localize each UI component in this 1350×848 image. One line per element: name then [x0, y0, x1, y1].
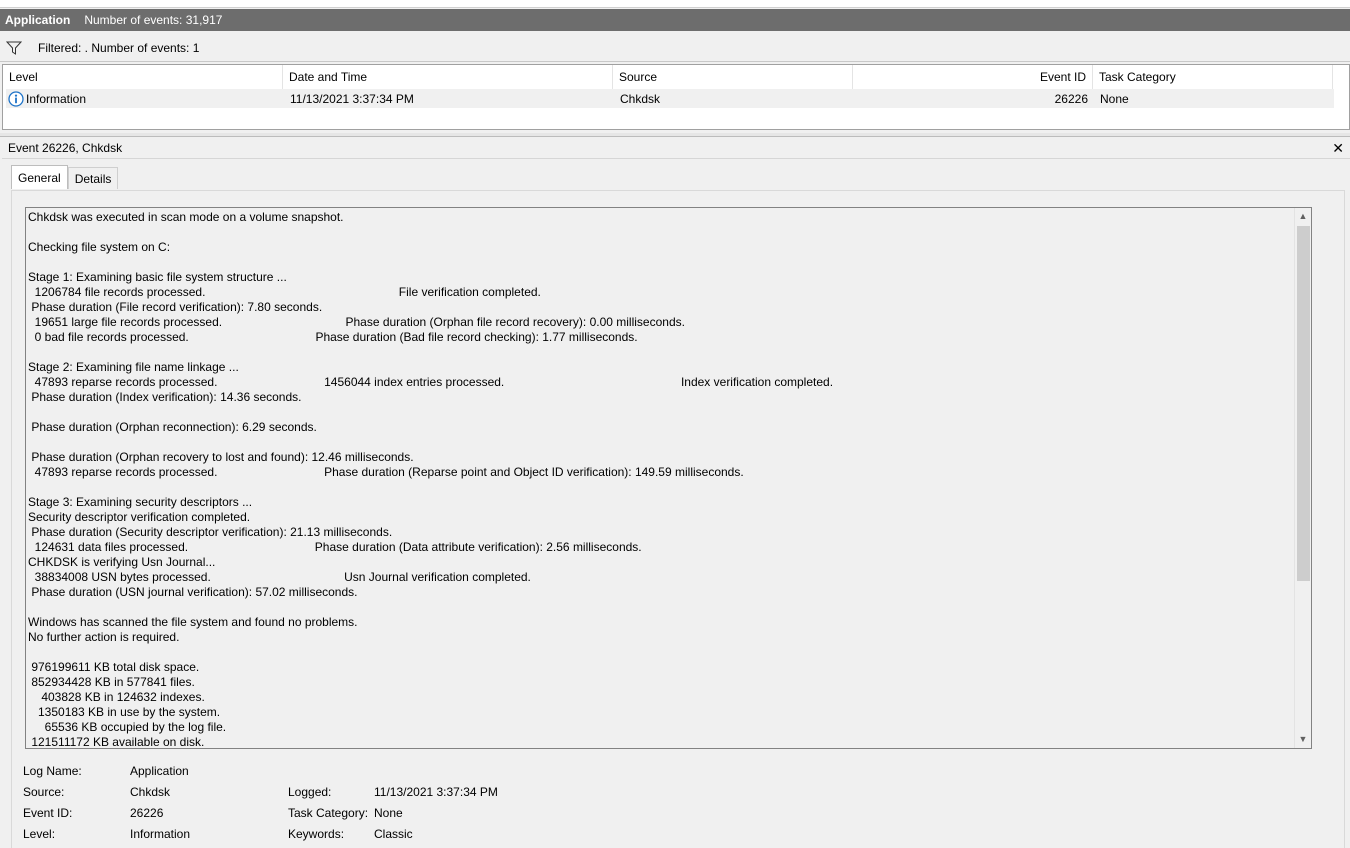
top-strip [0, 0, 1350, 8]
column-header-category[interactable]: Task Category [1093, 65, 1333, 89]
column-header-datetime[interactable]: Date and Time [283, 65, 613, 89]
event-detail-title: Event 26226, Chkdsk [8, 141, 123, 155]
table-row[interactable]: Information 11/13/2021 3:37:34 PM Chkdsk… [6, 89, 1334, 108]
event-list-header: Level Date and Time Source Event ID Task… [3, 65, 1349, 89]
level-label: Level: [23, 827, 56, 841]
event-id-label: Event ID: [23, 806, 73, 820]
filter-status: Filtered: . Number of events: 1 [38, 40, 200, 55]
log-name-value: Application [130, 764, 189, 778]
information-icon [8, 90, 24, 107]
log-titlebar: Application Number of events: 31,917 [0, 9, 1350, 31]
row-eventid: 26226 [1054, 91, 1088, 106]
description-scrollbar[interactable]: ▲ ▼ [1294, 208, 1311, 748]
column-header-eventid[interactable]: Event ID [853, 65, 1093, 89]
log-name-label: Log Name: [23, 764, 82, 778]
scroll-up-icon[interactable]: ▲ [1295, 208, 1311, 225]
event-description-box[interactable]: Chkdsk was executed in scan mode on a vo… [25, 207, 1312, 749]
logged-label: Logged: [288, 785, 332, 799]
row-level-cell: Information [6, 90, 283, 107]
event-count: Number of events: 31,917 [84, 13, 223, 27]
tab-general[interactable]: General [11, 165, 68, 189]
level-value: Information [130, 827, 191, 841]
row-level: Information [26, 91, 87, 106]
row-datetime: 11/13/2021 3:37:34 PM [290, 91, 414, 106]
close-icon[interactable]: ✕ [1332, 140, 1344, 157]
pane-splitter[interactable] [0, 133, 1350, 137]
logged-value: 11/13/2021 3:37:34 PM [374, 785, 498, 799]
log-name-title: Application [5, 13, 71, 27]
task-category-label: Task Category: [288, 806, 369, 820]
keywords-label: Keywords: [288, 827, 345, 841]
detail-tabs: General Details [11, 165, 119, 190]
event-list: Level Date and Time Source Event ID Task… [2, 64, 1350, 130]
event-detail-header: Event 26226, Chkdsk ✕ [2, 138, 1350, 159]
source-value: Chkdsk [130, 785, 171, 799]
event-description-text[interactable]: Chkdsk was executed in scan mode on a vo… [26, 208, 1311, 748]
row-source: Chkdsk [620, 91, 661, 106]
filter-bar: Filtered: . Number of events: 1 [0, 34, 1350, 62]
keywords-value: Classic [374, 827, 413, 841]
scroll-down-icon[interactable]: ▼ [1295, 731, 1311, 748]
tab-details[interactable]: Details [67, 167, 119, 189]
row-category: None [1100, 91, 1129, 106]
column-header-source[interactable]: Source [613, 65, 853, 89]
filter-icon[interactable] [6, 41, 22, 55]
event-id-value: 26226 [130, 806, 164, 820]
column-header-level[interactable]: Level [3, 65, 283, 89]
task-category-value: None [374, 806, 403, 820]
scroll-thumb[interactable] [1297, 226, 1310, 581]
source-label: Source: [23, 785, 65, 799]
